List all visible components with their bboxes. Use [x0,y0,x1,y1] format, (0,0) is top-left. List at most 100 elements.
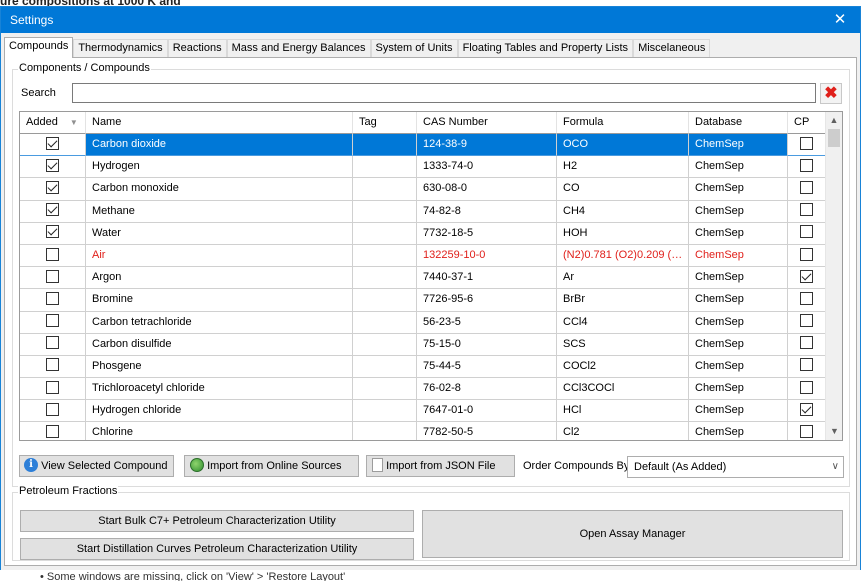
cp-checkbox[interactable] [800,425,813,439]
tab-mass-and-energy-balances[interactable]: Mass and Energy Balances [226,39,371,57]
table-row[interactable]: Trichloroacetyl chloride 76-02-8 CCl3COCl C… [20,378,826,401]
scroll-up-icon[interactable]: ▲ [826,112,842,129]
formula-cell: COCl2 [557,355,689,379]
added-checkbox[interactable] [46,136,59,150]
search-input[interactable] [72,83,816,103]
column-header-name[interactable]: Name [86,112,353,134]
cp-cell [788,289,826,312]
column-header-tag[interactable]: Tag [353,112,417,134]
import-online-button[interactable]: Import from Online Sources [184,455,359,477]
column-header-formula[interactable]: Formula [557,112,689,134]
cp-checkbox[interactable] [800,336,813,350]
added-checkbox[interactable] [46,358,59,372]
added-checkbox[interactable] [46,425,59,439]
cp-checkbox[interactable] [800,203,813,217]
added-checkbox[interactable] [46,314,59,328]
added-checkbox[interactable] [46,158,59,172]
window-title: Settings [10,13,54,27]
tab-thermodynamics[interactable]: Thermodynamics [73,39,168,57]
name-cell: Methane [86,200,353,223]
cp-checkbox[interactable] [800,314,813,328]
column-header-added-label: Added [26,116,58,128]
column-header-cas[interactable]: CAS Number [417,112,557,134]
cp-checkbox[interactable] [800,136,813,150]
document-icon [372,458,383,473]
sort-arrow-icon: ▼ [69,118,78,127]
name-cell: Hydrogen chloride [86,400,353,423]
added-checkbox[interactable] [46,336,59,350]
chevron-down-icon: ∨ [831,461,839,472]
added-checkbox[interactable] [46,247,59,261]
tag-cell [353,267,417,290]
database-cell: ChemSep [689,244,788,268]
view-selected-compound-button[interactable]: i View Selected Compound [19,455,174,477]
added-checkbox[interactable] [46,380,59,394]
formula-cell: CH4 [557,200,689,223]
tab-system-of-units[interactable]: System of Units [370,39,458,57]
cp-checkbox[interactable] [800,180,813,194]
database-cell: ChemSep [689,222,788,245]
table-row[interactable]: Carbon disulfide 75-15-0 SCS ChemSep [20,333,826,356]
tab-floating-tables-and-property-lists[interactable]: Floating Tables and Property Lists [457,39,634,57]
cp-checkbox[interactable] [800,225,813,239]
order-by-select[interactable]: Default (As Added) ∨ [627,456,844,478]
table-row[interactable]: Chlorine 7782-50-5 Cl2 ChemSep [20,422,826,440]
added-cell [20,400,86,423]
table-row[interactable]: Carbon dioxide 124-38-9 OCO ChemSep [20,134,826,157]
table-row[interactable]: Methane 74-82-8 CH4 ChemSep [20,200,826,223]
cp-checkbox[interactable] [800,402,813,416]
added-cell [20,134,86,157]
compounds-grid[interactable]: Added ▼ Name Tag CAS Number Formula Datab… [19,111,843,441]
tag-cell [353,156,417,179]
cp-cell [788,355,826,379]
table-row[interactable]: Bromine 7726-95-6 BrBr ChemSep [20,289,826,312]
column-header-added[interactable]: Added ▼ [20,112,86,134]
added-cell [20,156,86,179]
cp-cell [788,178,826,201]
column-header-cp[interactable]: CP [788,112,826,134]
scroll-down-icon[interactable]: ▼ [826,423,842,440]
name-cell: Air [86,244,353,268]
added-cell [20,267,86,290]
added-checkbox[interactable] [46,225,59,239]
import-json-button[interactable]: Import from JSON File [366,455,515,477]
added-checkbox[interactable] [46,402,59,416]
cp-checkbox[interactable] [800,269,813,283]
close-icon[interactable]: ✕ [820,7,860,33]
table-row[interactable]: Phosgene 75-44-5 COCl2 ChemSep [20,355,826,379]
open-assay-manager-button[interactable]: Open Assay Manager [422,510,843,558]
table-row[interactable]: Hydrogen chloride 7647-01-0 HCl ChemSep [20,400,826,423]
tab-miscelaneous[interactable]: Miscelaneous [633,39,711,57]
added-checkbox[interactable] [46,203,59,217]
formula-cell: OCO [557,134,689,157]
table-row[interactable]: Carbon monoxide 630-08-0 CO ChemSep [20,178,826,201]
cp-checkbox[interactable] [800,380,813,394]
clear-search-button[interactable]: ✖ [820,83,842,104]
database-cell: ChemSep [689,311,788,334]
added-checkbox[interactable] [46,180,59,194]
tab-compounds[interactable]: Compounds [4,37,74,58]
table-row[interactable]: Hydrogen 1333-74-0 H2 ChemSep [20,156,826,179]
cp-cell [788,244,826,268]
added-checkbox[interactable] [46,269,59,283]
bulk-c7-button[interactable]: Start Bulk C7+ Petroleum Characterizatio… [20,510,414,532]
cp-checkbox[interactable] [800,158,813,172]
tab-reactions[interactable]: Reactions [167,39,227,57]
cp-checkbox[interactable] [800,291,813,305]
cp-checkbox[interactable] [800,247,813,261]
table-row[interactable]: Carbon tetrachloride 56-23-5 CCl4 ChemSep [20,311,826,334]
table-row[interactable]: Water 7732-18-5 HOH ChemSep [20,222,826,245]
table-row[interactable]: Air 132259-10-0 (N2)0.781 (O2)0.209 (Ar)..… [20,244,826,268]
scroll-thumb[interactable] [828,129,840,147]
distillation-curves-button[interactable]: Start Distillation Curves Petroleum Char… [20,538,414,560]
table-row[interactable]: Argon 7440-37-1 Ar ChemSep [20,267,826,290]
cp-checkbox[interactable] [800,358,813,372]
grid-vertical-scrollbar[interactable]: ▲ ▼ [825,112,842,440]
tab-strip: Compounds Thermodynamics Reactions Mass and… [4,37,711,58]
database-cell: ChemSep [689,178,788,201]
added-cell [20,289,86,312]
database-cell: ChemSep [689,333,788,356]
column-header-database[interactable]: Database [689,112,788,134]
import-online-label: Import from Online Sources [207,460,342,472]
added-checkbox[interactable] [46,291,59,305]
